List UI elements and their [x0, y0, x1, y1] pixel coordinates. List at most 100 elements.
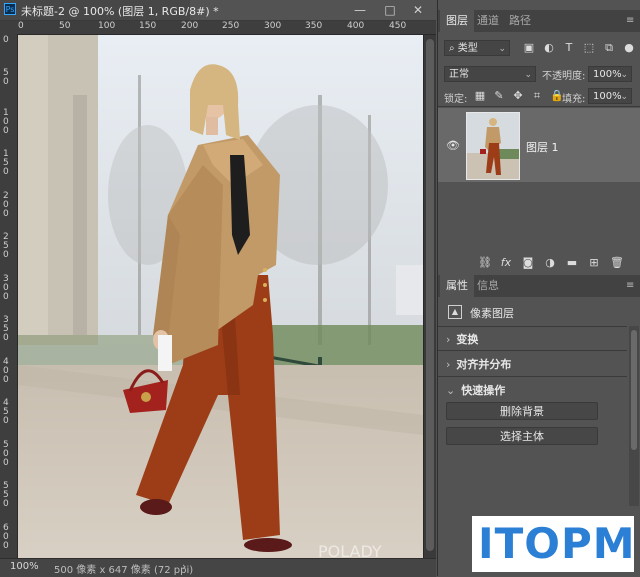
maximize-icon[interactable]: □	[382, 2, 398, 18]
ruler-v-label: 3 5 0	[3, 315, 9, 343]
ruler-v-label: 5 0	[3, 68, 9, 87]
ruler-h-label: 100	[98, 21, 116, 31]
section-align-distribute[interactable]: › 对齐并分布	[446, 356, 511, 372]
blend-mode-value: 正常	[449, 69, 469, 80]
canvas-watermark: POLADY	[318, 542, 382, 558]
layer-thumbnail-image	[467, 113, 519, 179]
properties-panel-tabs: 属性 信息 ≡	[438, 275, 640, 297]
tab-paths[interactable]: 路径	[503, 10, 537, 32]
ruler-v-label: 1 5 0	[3, 149, 9, 177]
layer-thumbnail[interactable]	[466, 112, 520, 180]
ruler-v-label: 5 5 0	[3, 481, 9, 509]
pixel-layer-icon: ▲	[448, 305, 462, 319]
ruler-h-label: 0	[18, 21, 24, 31]
image-canvas[interactable]: POLADY	[18, 35, 423, 558]
opacity-label: 不透明度:	[542, 71, 586, 82]
layer-mask-icon[interactable]: ◙	[522, 257, 534, 269]
layer-type-label: 像素图层	[470, 307, 514, 320]
divider	[438, 326, 627, 327]
minimize-icon[interactable]: —	[352, 2, 368, 18]
new-layer-icon[interactable]: ⊞	[588, 257, 600, 269]
scrollbar-thumb[interactable]	[426, 39, 434, 551]
ruler-v-label: 4 0 0	[3, 357, 9, 385]
ruler-h-label: 200	[181, 21, 199, 31]
lock-artboard-icon[interactable]: ⌗	[531, 90, 543, 102]
layer-filter-label: 类型	[457, 43, 478, 54]
watermark-text: ITOPM	[478, 519, 636, 568]
ruler-v-label: 2 5 0	[3, 232, 9, 260]
section-quick-actions-label: 快速操作	[461, 384, 506, 397]
document-tab[interactable]: Ps 未标题-2 @ 100% (图层 1, RGB/8#) *	[0, 0, 219, 20]
ruler-v-label: 1 0 0	[3, 108, 9, 136]
ruler-h-label: 350	[305, 21, 323, 31]
fill-label: 填充:	[562, 94, 586, 105]
layer-style-icon[interactable]: fx	[500, 257, 512, 269]
opacity-input[interactable]: 100% ⌄	[588, 66, 632, 82]
tab-channels[interactable]: 通道	[471, 10, 505, 32]
section-align-label: 对齐并分布	[456, 358, 512, 371]
ruler-v-label: 6 0 0	[3, 523, 9, 551]
itopm-watermark: ITOPM	[472, 516, 636, 572]
fill-input[interactable]: 100% ⌄	[588, 88, 632, 104]
properties-scrollbar[interactable]	[629, 326, 639, 506]
lock-all-icon[interactable]: 🔒	[550, 90, 564, 102]
adjustment-filter-icon[interactable]: ◐	[543, 42, 555, 54]
type-filter-icon[interactable]: T	[563, 42, 575, 54]
smart-object-filter-icon[interactable]: ⧉	[603, 42, 615, 54]
pixel-filter-icon[interactable]: ▣	[523, 42, 535, 54]
tab-layers[interactable]: 图层	[440, 10, 474, 32]
lock-image-icon[interactable]: ✎	[493, 90, 505, 102]
link-layers-icon[interactable]: ⛓	[478, 257, 492, 269]
close-icon[interactable]: ✕	[410, 2, 426, 18]
layer-row[interactable]: 👁 图层 1	[438, 108, 640, 182]
section-transform-label: 变换	[456, 333, 479, 346]
filter-toggle-icon[interactable]: ●	[623, 42, 635, 54]
ruler-v-label: 2 0 0	[3, 191, 9, 219]
vertical-ruler[interactable]: 0 5 0 1 0 0 1 5 0 2 0 0 2 5 0 3 0 0 3 5 …	[0, 34, 18, 558]
chevron-down-icon: ⌄	[498, 44, 506, 54]
ruler-v-label: 3 0 0	[3, 274, 9, 302]
chevron-down-icon: ⌄	[620, 92, 628, 102]
ruler-v-label: 0	[3, 35, 9, 45]
status-menu-arrow-icon[interactable]: ›	[182, 560, 186, 573]
search-icon: ⌕	[449, 43, 458, 54]
document-title: 未标题-2 @ 100% (图层 1, RGB/8#) *	[21, 5, 219, 18]
zoom-level[interactable]: 100%	[10, 561, 39, 572]
select-subject-button[interactable]: 选择主体	[446, 427, 598, 445]
adjustment-layer-icon[interactable]: ◑	[544, 257, 556, 269]
remove-background-button[interactable]: 删除背景	[446, 402, 598, 420]
lock-label: 锁定:	[444, 94, 468, 105]
scrollbar-thumb[interactable]	[631, 330, 637, 450]
lock-position-icon[interactable]: ✥	[512, 90, 524, 102]
ruler-h-label: 150	[139, 21, 157, 31]
visibility-eye-icon[interactable]: 👁	[446, 139, 460, 152]
street-style-photo: POLADY	[18, 35, 423, 558]
chevron-down-icon: ⌄	[620, 70, 628, 80]
layer-filter-select[interactable]: ⌕ 类型 ⌄	[444, 40, 510, 56]
new-group-icon[interactable]: ▬	[566, 257, 578, 269]
lock-transparent-icon[interactable]: ▦	[474, 90, 486, 102]
ruler-v-label: 5 0 0	[3, 440, 9, 468]
panel-menu-icon[interactable]: ≡	[626, 15, 634, 26]
tab-info[interactable]: 信息	[471, 275, 505, 297]
blend-mode-select[interactable]: 正常 ⌄	[444, 66, 536, 82]
layer-name[interactable]: 图层 1	[526, 139, 559, 155]
divider	[438, 350, 627, 351]
section-quick-actions[interactable]: ⌄ 快速操作	[446, 382, 505, 398]
tab-properties[interactable]: 属性	[440, 275, 474, 297]
ruler-corner[interactable]	[0, 21, 17, 34]
canvas-vertical-scrollbar[interactable]	[424, 35, 436, 558]
chevron-down-icon: ⌄	[524, 70, 532, 80]
fill-value: 100%	[593, 91, 622, 102]
layers-panel-tabs: 图层 通道 路径 ≡	[438, 10, 640, 32]
section-transform[interactable]: › 变换	[446, 331, 478, 347]
chevron-right-icon: ›	[446, 333, 451, 346]
chevron-down-icon: ⌄	[446, 384, 456, 397]
shape-filter-icon[interactable]: ⬚	[583, 42, 595, 54]
photoshop-app-icon: Ps	[4, 3, 16, 15]
delete-layer-icon[interactable]: 🗑	[610, 257, 624, 269]
panel-menu-icon[interactable]: ≡	[626, 280, 634, 291]
ruler-h-label: 400	[347, 21, 365, 31]
ruler-v-label: 4 5 0	[3, 398, 9, 426]
horizontal-ruler[interactable]: 0 50 100 150 200 250 300 350 400 450	[17, 21, 436, 35]
